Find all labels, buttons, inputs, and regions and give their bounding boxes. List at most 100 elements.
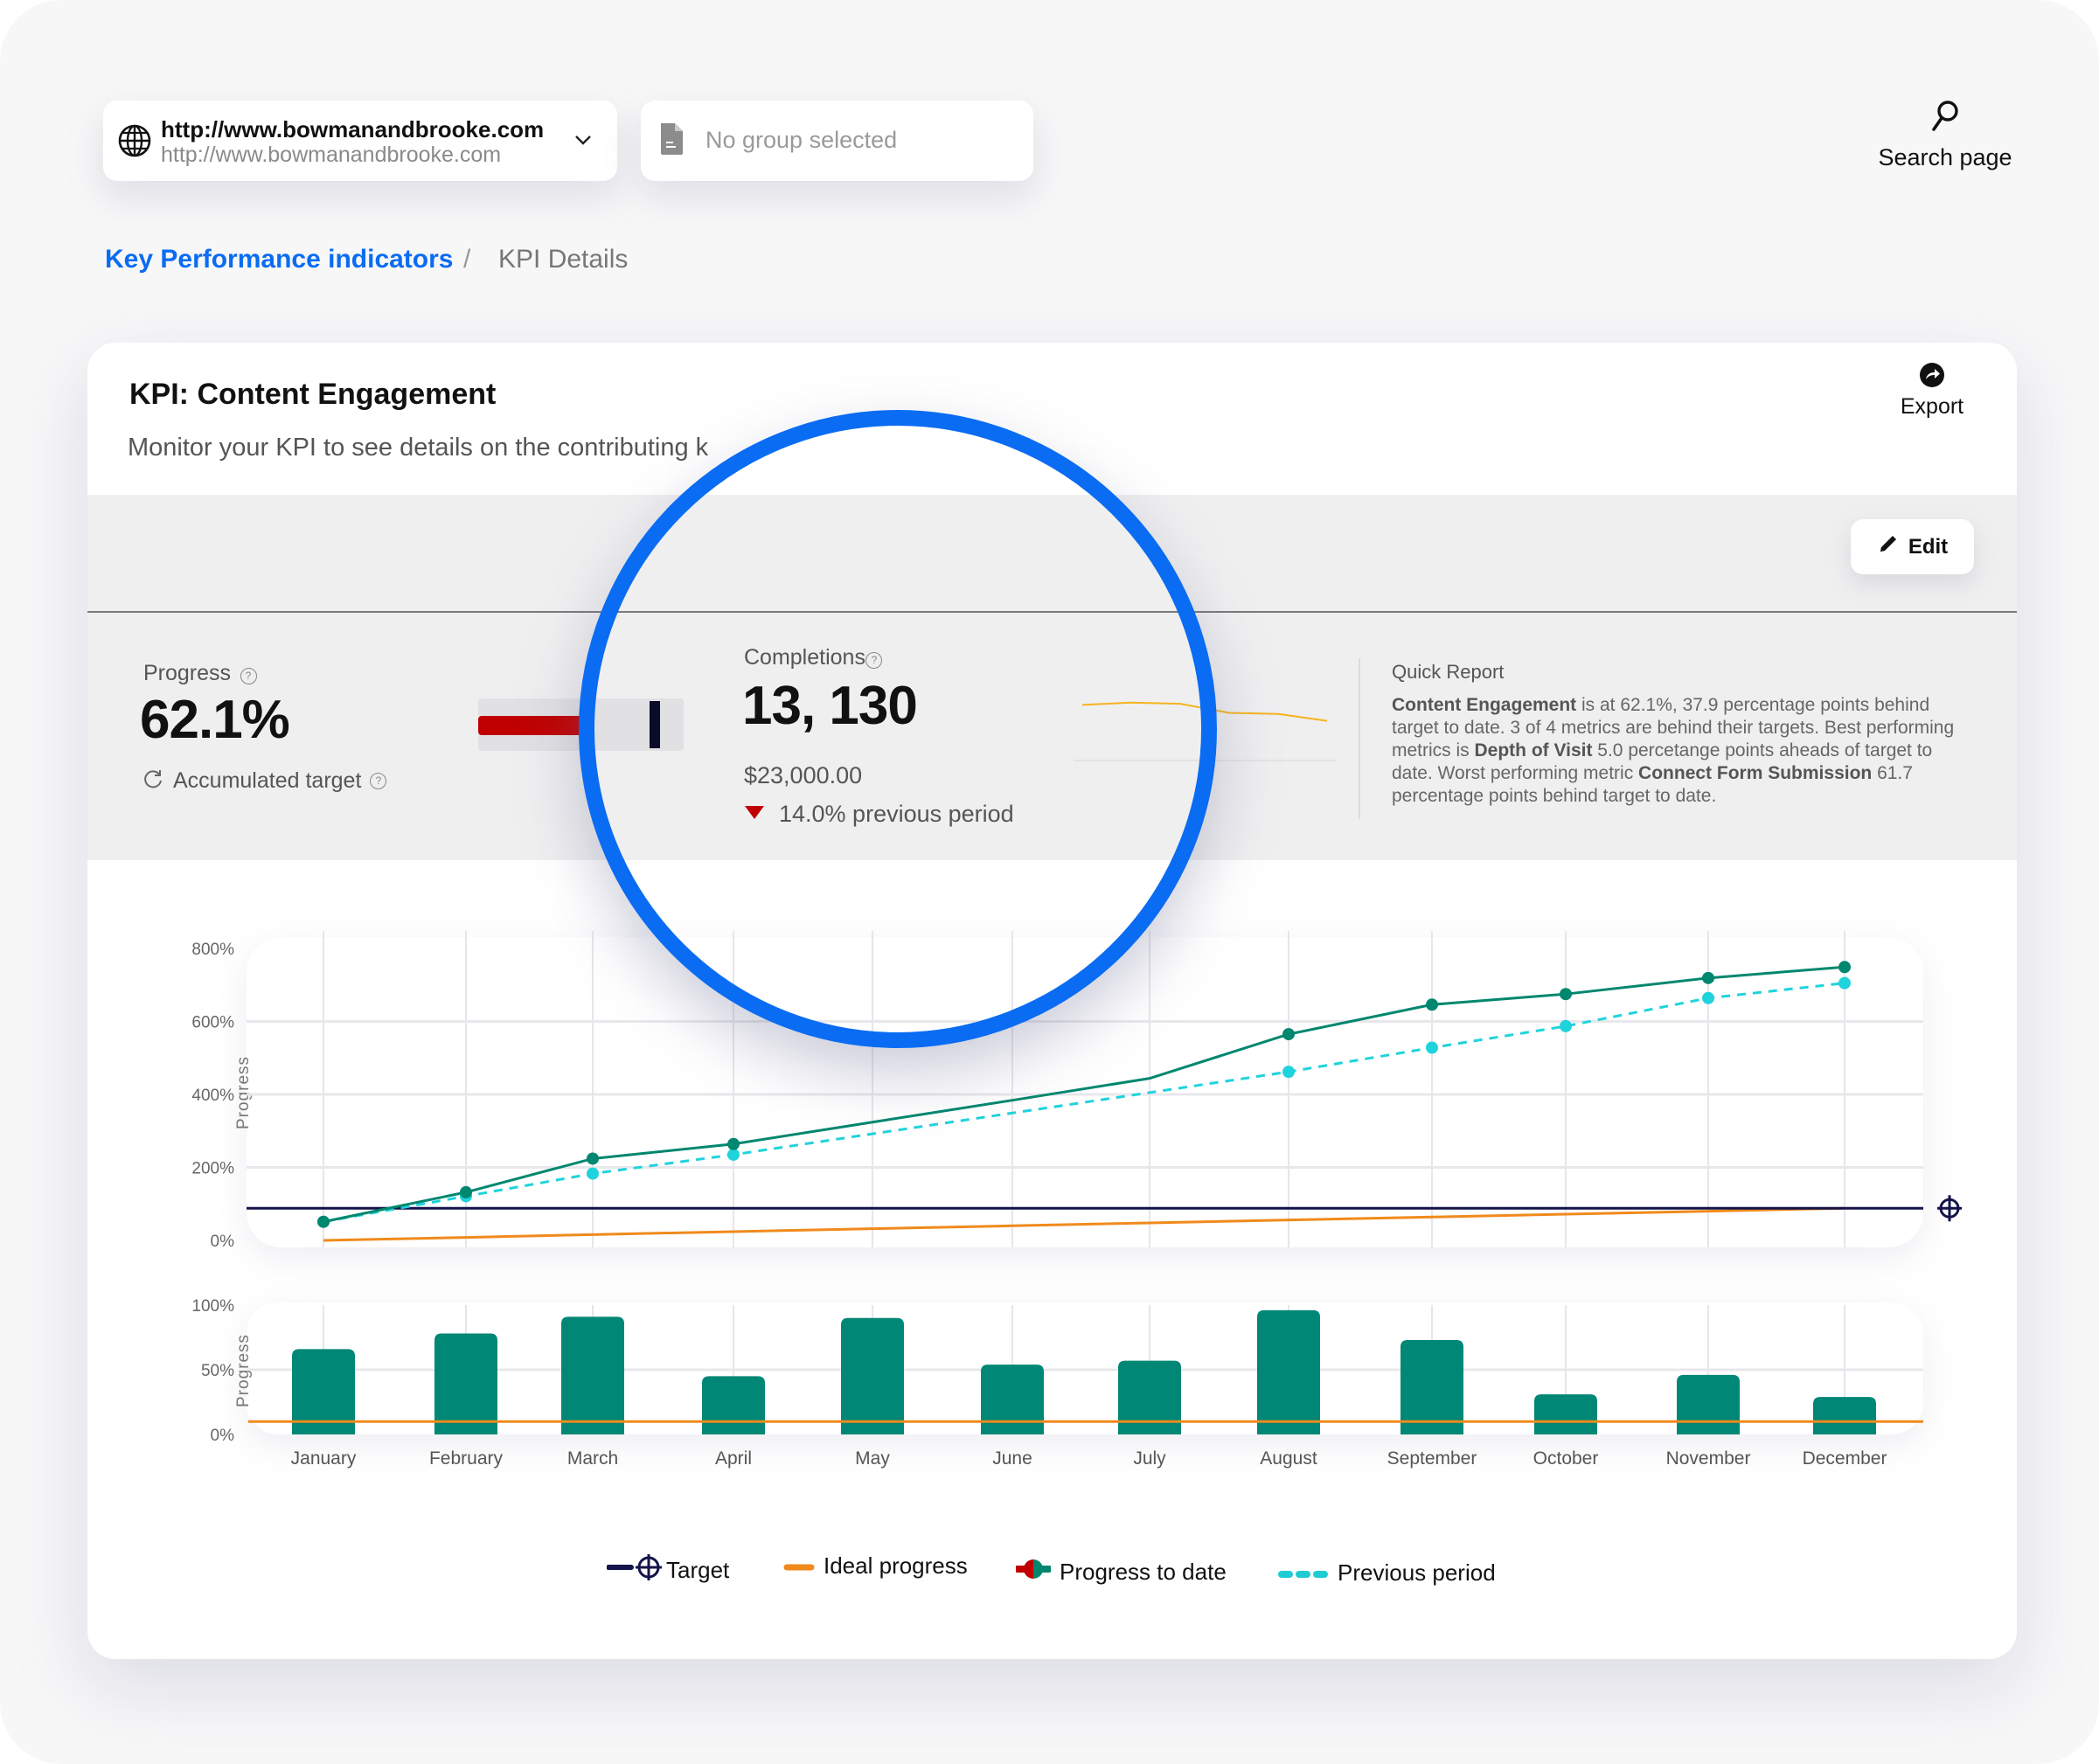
x-axis-month-label: December: [1802, 1448, 1887, 1469]
line-chart: 0% 200% 400% 600% 800%: [191, 931, 1962, 1251]
x-axis-month-label: September: [1387, 1448, 1477, 1469]
previous-period-point: [1426, 1041, 1438, 1054]
legend-ideal-progress[interactable]: Ideal progress: [783, 1552, 968, 1580]
quick-report-title: Quick Report: [1392, 661, 1505, 683]
export-button[interactable]: Export: [1888, 362, 1976, 420]
change-indicator: 14.0% previous period: [744, 801, 1014, 828]
legend-previous-period-label: Previous period: [1338, 1559, 1496, 1586]
bar: [1257, 1309, 1320, 1434]
bar: [841, 1317, 904, 1434]
edit-button[interactable]: Edit: [1851, 519, 1974, 574]
target-crosshair-icon: [1937, 1195, 1962, 1222]
x-axis-month-label: May: [855, 1448, 890, 1469]
x-axis-month-label: July: [1133, 1448, 1166, 1469]
bar-chart-ytick: 50%: [201, 1362, 234, 1380]
x-axis-month-label: January: [290, 1448, 357, 1469]
progress-to-date-point: [727, 1137, 740, 1150]
bar-chart-ytick: 0%: [211, 1427, 235, 1445]
help-icon[interactable]: ?: [865, 652, 883, 670]
line-chart-ytick: 200%: [191, 1160, 234, 1178]
progress-to-date-point: [460, 1185, 472, 1198]
url-dropdown[interactable]: http://www.bowmanandbrooke.com http://ww…: [103, 101, 617, 181]
line-chart-ytick: 600%: [191, 1014, 234, 1032]
x-axis-month-label: October: [1533, 1448, 1599, 1469]
sparkline-line: [1081, 701, 1328, 722]
bar: [702, 1376, 765, 1434]
legend-progress-to-date-label: Progress to date: [1060, 1559, 1227, 1585]
progress-marker-icon: [1014, 1556, 1053, 1588]
summary-band: Edit Progress ? 62.1% Accumulated target…: [87, 495, 2017, 860]
url-primary: http://www.bowmanandbrooke.com: [161, 116, 545, 142]
legend-previous-period[interactable]: Previous period: [1278, 1559, 1496, 1587]
progress-to-date-point: [1702, 971, 1714, 984]
completions-block: Completions ?: [744, 645, 883, 670]
pencil-icon: [1877, 532, 1900, 561]
x-axis-month-label: April: [714, 1448, 753, 1469]
progress-bar: [478, 698, 684, 751]
progress-bar-fill: [478, 716, 594, 735]
previous-period-point: [1282, 1066, 1295, 1079]
progress-value: 62.1%: [140, 690, 290, 750]
bar: [981, 1365, 1044, 1434]
url-secondary: http://www.bowmanandbrooke.com: [161, 142, 502, 167]
previous-period-point: [587, 1167, 599, 1180]
legend-progress-to-date[interactable]: Progress to date: [1014, 1556, 1227, 1588]
breadcrumb-separator: /: [463, 245, 471, 274]
group-select[interactable]: No group selected: [641, 101, 1033, 181]
progress-bar-target-marker: [650, 701, 661, 748]
previous-period-point: [1838, 976, 1851, 990]
completions-value: 13, 130: [742, 676, 918, 736]
x-axis-month-label: August: [1260, 1448, 1317, 1469]
kpi-title: KPI: Content Engagement: [129, 378, 497, 411]
bar: [1534, 1394, 1597, 1434]
bar: [1677, 1374, 1740, 1434]
search-page-label: Search page: [1878, 144, 2012, 170]
quick-report-divider: [1359, 658, 1360, 819]
target-crosshair-icon: [606, 1552, 668, 1588]
progress-to-date-point: [317, 1215, 330, 1228]
legend-ideal-progress-label: Ideal progress: [824, 1552, 968, 1579]
edit-label: Edit: [1908, 534, 1949, 559]
globe-icon: [117, 123, 152, 158]
x-axis-month-label: June: [992, 1448, 1032, 1469]
search-page-button[interactable]: Search page: [1871, 98, 2019, 171]
legend-target-label: Target: [666, 1557, 730, 1583]
completions-label: Completions: [744, 645, 865, 670]
line-chart-ytick: 0%: [211, 1233, 235, 1251]
search-icon: [1928, 98, 1963, 137]
line-chart-ytick: 400%: [191, 1087, 234, 1105]
ideal-progress-line: [323, 1206, 1845, 1242]
progress-to-date-point: [1282, 1028, 1295, 1041]
progress-to-date-point: [1560, 988, 1572, 1001]
x-axis-month-label: November: [1665, 1448, 1751, 1469]
kpi-subtitle: Monitor your KPI to see details on the c…: [128, 434, 709, 462]
bar: [1813, 1397, 1876, 1434]
progress-block: Progress ?: [143, 661, 257, 686]
help-icon[interactable]: ?: [240, 668, 257, 685]
band-divider: [87, 611, 2017, 613]
legend-target[interactable]: Target: [606, 1552, 730, 1588]
progress-label: Progress: [143, 661, 232, 685]
breadcrumb-parent-link[interactable]: Key Performance indicators: [105, 245, 453, 274]
document-icon: [658, 122, 685, 161]
x-axis-month-label: February: [428, 1448, 504, 1469]
down-triangle-icon: [744, 804, 765, 824]
progress-to-date-point: [587, 1152, 599, 1165]
previous-period-point: [1702, 991, 1714, 1004]
breadcrumb-current: KPI Details: [498, 245, 629, 274]
quick-report-highlight: Depth of Visit: [1474, 740, 1593, 760]
line-chart-ytick: 800%: [191, 941, 234, 959]
export-label: Export: [1900, 394, 1964, 419]
help-icon[interactable]: ?: [370, 773, 387, 789]
bar-chart: 0% 50% 100%: [191, 1297, 1923, 1445]
group-placeholder: No group selected: [705, 127, 898, 153]
quick-report-body: Content Engagement is at 62.1%, 37.9 per…: [1392, 694, 1969, 808]
accumulated-target-label: Accumulated target: [173, 768, 362, 793]
bar: [434, 1333, 497, 1434]
change-text: 14.0% previous period: [779, 801, 1014, 827]
chevron-down-icon: [573, 134, 593, 150]
accumulated-target: Accumulated target ?: [142, 767, 387, 795]
progress-to-date-point: [1426, 998, 1438, 1011]
bar: [561, 1316, 624, 1434]
previous-period-line: [323, 982, 1845, 1224]
